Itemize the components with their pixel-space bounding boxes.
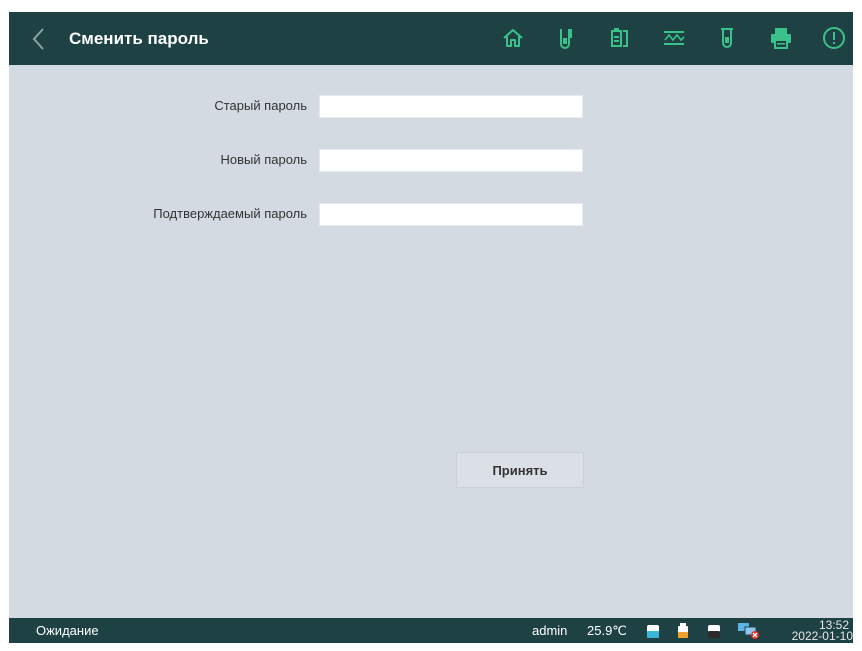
new-password-label: Новый пароль: [220, 152, 307, 167]
alert-icon[interactable]: [822, 26, 846, 50]
old-password-label: Старый пароль: [214, 98, 307, 113]
status-bar: Ожидание admin 25.9℃ 13:52 2022-01-10: [9, 618, 853, 643]
printer-icon[interactable]: [769, 26, 793, 50]
sample-tube-icon[interactable]: [555, 26, 579, 50]
status-text: Ожидание: [36, 623, 99, 638]
app-window: Сменить пароль Старый пароль Новый парол…: [9, 12, 853, 643]
old-password-field[interactable]: [319, 95, 583, 118]
waste-bottle-icon[interactable]: [707, 623, 721, 642]
confirm-password-field[interactable]: [319, 203, 583, 226]
page-title: Сменить пароль: [69, 29, 209, 48]
temperature-readout: 25.9℃: [587, 623, 627, 638]
confirm-password-label: Подтверждаемый пароль: [153, 206, 307, 221]
back-icon[interactable]: [27, 25, 53, 53]
home-icon[interactable]: [501, 26, 525, 50]
test-tube-icon[interactable]: [715, 26, 739, 50]
reagent-icon[interactable]: [608, 26, 632, 50]
reagent-bottle-cyan-icon[interactable]: [646, 623, 660, 642]
network-disconnected-icon[interactable]: [737, 622, 761, 643]
calibration-curve-icon[interactable]: [662, 26, 686, 50]
user-name: admin: [532, 623, 568, 638]
reagent-bottle-orange-icon[interactable]: [677, 623, 689, 642]
new-password-field[interactable]: [319, 149, 583, 172]
accept-button[interactable]: Принять: [456, 452, 584, 488]
clock-date: 2022-01-10: [791, 629, 853, 643]
header-bar: Сменить пароль: [9, 12, 853, 65]
